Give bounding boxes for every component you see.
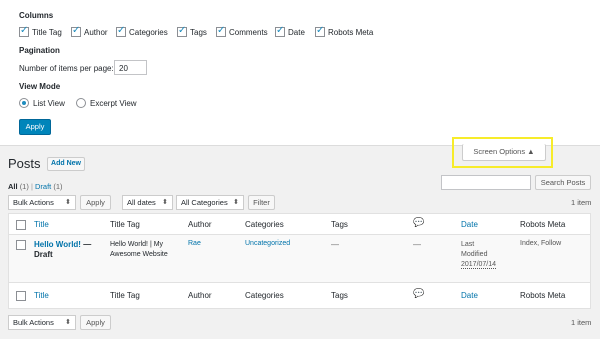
author-link[interactable]: Rae — [188, 240, 201, 247]
view-mode-list[interactable]: List View — [19, 98, 65, 108]
date-cell: Last Modified 2017/07/14 — [461, 241, 497, 269]
items-per-page-label: Number of items per page: — [19, 64, 114, 73]
items-count-bottom: 1 item — [571, 318, 592, 327]
checkbox-checked-icon[interactable] — [315, 25, 325, 37]
robots-meta-cell: Index, Follow — [520, 240, 562, 247]
column-toggle-robots-meta[interactable]: Robots Meta — [315, 25, 373, 37]
column-footer-title-tag: Title Tag — [110, 291, 140, 300]
filter-button[interactable]: Filter — [248, 195, 275, 210]
row-checkbox[interactable] — [16, 240, 26, 250]
table-header: Title Title Tag Author Categories Tags 💬… — [9, 214, 590, 235]
view-mode-excerpt[interactable]: Excerpt View — [76, 98, 137, 108]
checkbox-checked-icon[interactable] — [177, 25, 187, 37]
pagination-heading: Pagination — [19, 46, 60, 55]
column-toggle-categories[interactable]: Categories — [116, 25, 168, 37]
filter-all-count: (1) — [19, 182, 29, 191]
column-toggle-title-tag[interactable]: Title Tag — [19, 25, 62, 37]
checkbox-checked-icon[interactable] — [19, 25, 29, 37]
chevron-down-icon: ⬍ — [162, 198, 168, 206]
filter-draft-count: (1) — [53, 182, 63, 191]
comments-cell: — — [413, 240, 421, 249]
column-footer-title[interactable]: Title — [34, 291, 49, 300]
column-footer-tags: Tags — [331, 291, 348, 300]
search-input[interactable] — [441, 175, 531, 190]
post-title-link[interactable]: Hello World! — [34, 240, 81, 249]
column-toggle-author[interactable]: Author — [71, 25, 108, 37]
filter-separator: | — [30, 182, 33, 191]
bulk-apply-button-top[interactable]: Apply — [80, 195, 111, 210]
radio-empty-icon[interactable] — [76, 98, 86, 108]
highlight-box — [452, 137, 553, 168]
column-header-robots-meta: Robots Meta — [520, 220, 566, 229]
column-toggle-date[interactable]: Date — [275, 25, 305, 37]
checkbox-checked-icon[interactable] — [116, 25, 126, 37]
column-header-categories: Categories — [245, 220, 284, 229]
dates-select[interactable]: All dates ⬍ — [122, 195, 173, 210]
column-footer-categories: Categories — [245, 291, 284, 300]
checkbox-checked-icon[interactable] — [216, 25, 226, 37]
column-footer-date[interactable]: Date — [461, 291, 478, 300]
search-posts-button[interactable]: Search Posts — [535, 175, 591, 190]
view-mode-heading: View Mode — [19, 82, 61, 91]
columns-heading: Columns — [19, 11, 54, 20]
tags-cell: — — [331, 240, 339, 249]
column-header-date[interactable]: Date — [461, 220, 478, 229]
post-title-cell: Hello World! — Draft — [34, 240, 96, 260]
comment-icon[interactable]: 💬 — [413, 289, 424, 299]
checkbox-checked-icon[interactable] — [275, 25, 285, 37]
column-header-author: Author — [188, 220, 212, 229]
table-row: Hello World! — Draft Hello World! | My A… — [9, 235, 590, 283]
chevron-down-icon: ⬍ — [233, 198, 239, 206]
filter-all[interactable]: All — [8, 182, 18, 191]
bulk-apply-button-bottom[interactable]: Apply — [80, 315, 111, 330]
page-title: Posts — [8, 156, 41, 171]
chevron-down-icon: ⬍ — [65, 318, 71, 326]
column-toggle-tags[interactable]: Tags — [177, 25, 207, 37]
title-tag-cell: Hello World! | My Awesome Website — [110, 241, 168, 258]
checkbox-checked-icon[interactable] — [71, 25, 81, 37]
screen-options-panel: Columns Title Tag Author Categories Tags… — [0, 0, 600, 146]
categories-select[interactable]: All Categories ⬍ — [176, 195, 244, 210]
items-count-top: 1 item — [571, 198, 592, 207]
bulk-actions-select-top[interactable]: Bulk Actions ⬍ — [8, 195, 76, 210]
comment-icon[interactable]: 💬 — [413, 218, 424, 228]
column-header-tags: Tags — [331, 220, 348, 229]
screen-options-apply-button[interactable]: Apply — [19, 119, 51, 135]
chevron-down-icon: ⬍ — [65, 198, 71, 206]
bulk-actions-select-bottom[interactable]: Bulk Actions ⬍ — [8, 315, 76, 330]
radio-selected-icon[interactable] — [19, 98, 29, 108]
status-filters: All (1) | Draft (1) — [8, 182, 63, 191]
column-header-title-tag: Title Tag — [110, 220, 140, 229]
select-all-checkbox-footer[interactable] — [16, 291, 26, 301]
posts-table: Title Title Tag Author Categories Tags 💬… — [8, 213, 591, 309]
table-footer: Title Title Tag Author Categories Tags 💬… — [9, 284, 590, 308]
items-per-page-input[interactable]: 20 — [114, 60, 147, 75]
column-footer-robots-meta: Robots Meta — [520, 291, 566, 300]
category-link[interactable]: Uncategorized — [245, 240, 290, 247]
filter-draft[interactable]: Draft — [35, 182, 51, 191]
column-toggle-comments[interactable]: Comments — [216, 25, 268, 37]
column-footer-author: Author — [188, 291, 212, 300]
select-all-checkbox[interactable] — [16, 220, 26, 230]
add-new-button[interactable]: Add New — [47, 157, 85, 171]
column-header-title[interactable]: Title — [34, 220, 49, 229]
